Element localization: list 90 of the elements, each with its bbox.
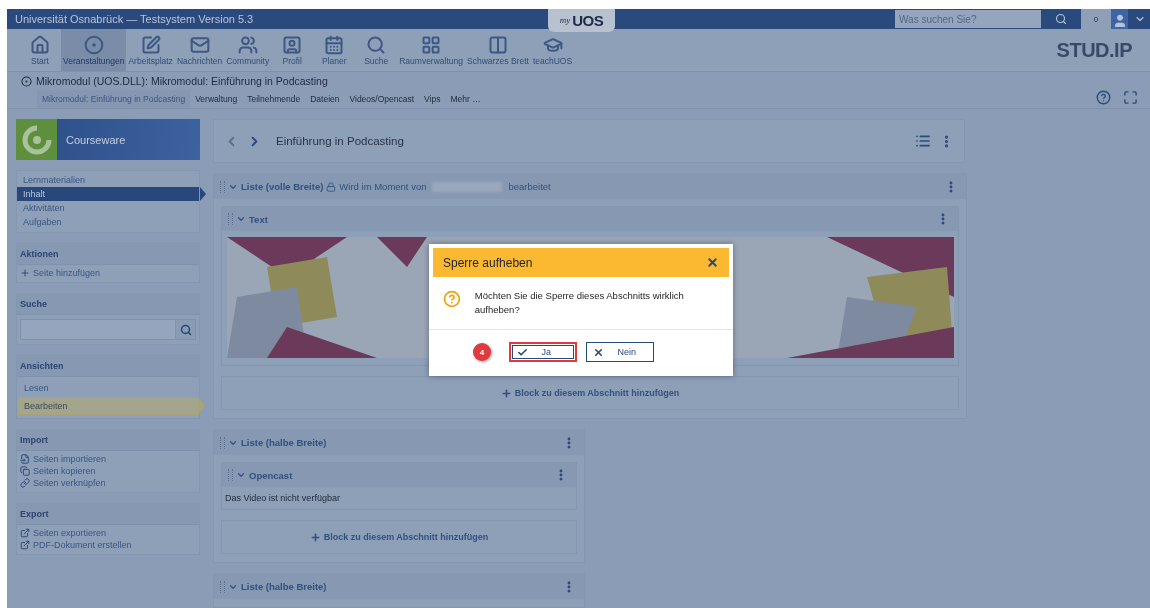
sidebar-search-field[interactable] [20, 319, 196, 340]
copy-icon [20, 466, 30, 476]
check-icon [516, 346, 528, 358]
widget-title: Export [17, 504, 199, 525]
nav-item[interactable]: teachUOS [530, 29, 575, 71]
link-icon [20, 478, 30, 488]
course-tab[interactable]: Videos/Opencast [344, 90, 420, 108]
plus-icon [20, 268, 30, 278]
import-icon [20, 454, 30, 464]
sidebar-link[interactable]: Seite hinzufügen [17, 267, 199, 279]
sidebar-nav-item[interactable]: Aufgaben [17, 215, 199, 229]
mail-icon [189, 34, 210, 55]
widget-title: Ansichten [17, 356, 199, 377]
help-icon[interactable] [1096, 90, 1111, 105]
grid-icon [421, 34, 442, 55]
nav-item[interactable]: Start [19, 29, 61, 71]
sidebar-link[interactable]: Seiten exportieren [17, 527, 199, 539]
section-title: Liste (halbe Breite) [241, 437, 327, 448]
course-tab[interactable]: Teilnehmende [242, 90, 306, 108]
sidebar-link[interactable]: Seiten verknüpfen [17, 477, 199, 489]
widget-title: Import [17, 430, 199, 451]
course-tab[interactable]: Mehr … [445, 90, 486, 108]
fullscreen-icon[interactable] [1123, 90, 1138, 105]
sidebar-link[interactable]: Seiten kopieren [17, 465, 199, 477]
pointer-icon [200, 187, 206, 201]
nav-item[interactable]: Arbeitsplatz [126, 29, 175, 71]
lock-note: Wird im Moment von [339, 181, 427, 192]
search-icon[interactable] [1055, 13, 1067, 25]
widget-title: Aktionen [17, 244, 199, 265]
sidebar-link[interactable]: PDF-Dokument erstellen [17, 539, 199, 551]
block-title: Text [249, 213, 268, 225]
plus-icon [500, 387, 512, 399]
avatar-icon[interactable] [1111, 9, 1128, 29]
nav-item[interactable]: Suche [355, 29, 398, 71]
block-title: Opencast [249, 469, 293, 481]
nav-item[interactable]: Community [224, 29, 272, 71]
search-button[interactable] [175, 320, 195, 339]
sidebar-nav-item[interactable]: Aktivitäten [17, 201, 199, 215]
notification-count[interactable]: 0 [1081, 9, 1111, 29]
sidebar-nav-item[interactable]: Lernmaterialien [17, 173, 199, 187]
nav-item[interactable]: Schwarzes Brett [465, 29, 531, 71]
close-icon [592, 346, 604, 358]
block-message: Das Video ist nicht verfügbar [224, 492, 341, 505]
step-badge: 4 [473, 343, 491, 361]
plus-icon [309, 531, 321, 543]
edit-icon [140, 34, 161, 55]
dialog-message: Möchten Sie die Sperre dieses Abschnitts wirklich aufheben? [474, 289, 685, 317]
export-icon [20, 528, 30, 538]
calendar-icon [324, 34, 345, 55]
confirm-button[interactable]: Ja [508, 342, 577, 362]
site-title: Universität Osnabrück — Testsystem Version 5.3 [15, 13, 254, 25]
list-icon[interactable] [915, 133, 931, 149]
dialog-title: Sperre aufheben [443, 255, 533, 270]
brand-logo: STUD.IP [1056, 38, 1132, 62]
view-item[interactable]: Lesen [17, 379, 199, 397]
question-icon [443, 289, 461, 309]
lock-note: bearbeitet [508, 181, 551, 192]
cancel-button[interactable]: Nein [585, 342, 654, 362]
add-block-button[interactable]: Block zu diesem Abschnitt hinzufügen [221, 520, 577, 554]
nav-item[interactable]: Raumverwaltung [397, 29, 465, 71]
course-tab[interactable]: Vips [419, 90, 446, 108]
board-icon [487, 34, 508, 55]
nav-item[interactable]: Veranstaltungen [61, 29, 127, 71]
search-icon [366, 34, 387, 55]
section-title: Liste (halbe Breite) [241, 581, 327, 592]
course-tab[interactable]: Dateien [305, 90, 345, 108]
course-title: Mikromodul (UOS.DLL): Mikromodul: Einführung in Podcasting [36, 75, 328, 87]
people-icon [237, 34, 258, 55]
courseware-logo-icon [16, 119, 57, 160]
chevron-down-icon[interactable] [236, 470, 246, 480]
ring-icon [83, 34, 104, 55]
nav-item[interactable]: Profil [271, 29, 314, 71]
close-button[interactable] [706, 256, 719, 269]
add-block-button[interactable]: Block zu diesem Abschnitt hinzufügen [221, 376, 959, 410]
page-title: Einführung in Podcasting [276, 135, 405, 147]
pointer-icon [199, 398, 205, 414]
logo-tab[interactable]: my UOS [548, 9, 615, 32]
nav-item[interactable]: Nachrichten [174, 29, 225, 71]
sidebar-link[interactable]: Seiten importieren [17, 453, 199, 465]
profile-icon [282, 34, 303, 55]
export-icon [20, 540, 30, 550]
home-icon [30, 34, 50, 55]
search-field[interactable]: Was suchen Sie? [895, 10, 1041, 28]
course-tab[interactable]: Verwaltung [190, 90, 243, 108]
chevron-down-icon[interactable] [236, 214, 246, 224]
widget-title: Suche [17, 294, 199, 315]
course-icon [21, 75, 32, 87]
section-title: Liste (volle Breite) [241, 181, 324, 192]
courseware-title: Courseware [66, 133, 126, 146]
nav-item[interactable]: Planer [313, 29, 356, 71]
